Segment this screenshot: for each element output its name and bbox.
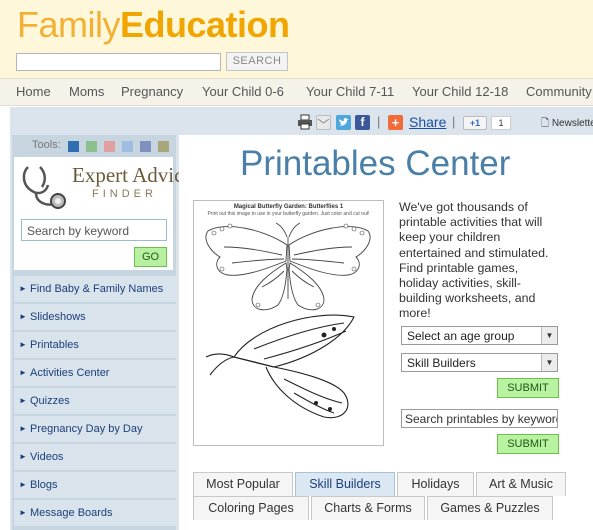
sidebar-item-label: Quizzes [30, 395, 70, 407]
sidebar-item-quizzes[interactable]: ► Quizzes [14, 388, 176, 415]
logo-family: Family [17, 4, 121, 45]
search-submit-button[interactable]: SUBMIT [497, 434, 559, 454]
sidebar-item-label: Printables [30, 339, 79, 351]
arrow-right-icon: ► [19, 340, 27, 349]
sidebar-item-label: Find Baby & Family Names [30, 283, 164, 295]
chevron-down-icon[interactable]: ▼ [541, 354, 557, 371]
printables-search-input[interactable]: Search printables by keyword [401, 409, 558, 428]
site-search-button[interactable]: SEARCH [226, 52, 288, 71]
share-plus-icon[interactable]: + [388, 115, 403, 130]
newsletter-icon: 🗋 [541, 118, 550, 129]
email-icon[interactable] [316, 115, 331, 130]
page: FamilyEducation SEARCH Home Moms Pregnan… [0, 0, 593, 530]
sidebar-item-baby-names[interactable]: ► Find Baby & Family Names [14, 276, 176, 303]
go-button[interactable]: GO [134, 247, 167, 267]
tab-skill-builders[interactable]: Skill Builders [295, 472, 395, 496]
nav-your-child-12-18[interactable]: Your Child 12-18 [412, 84, 508, 99]
color-swatch-pink[interactable] [104, 141, 115, 152]
arrow-right-icon: ► [19, 424, 27, 433]
logo-education: Education [120, 4, 290, 45]
sidebar-item-label: Slideshows [30, 311, 86, 323]
print-icon[interactable] [297, 114, 312, 130]
age-group-select[interactable]: Select an age group ▼ [401, 326, 558, 345]
tab-games-puzzles[interactable]: Games & Puzzles [427, 496, 553, 520]
tab-charts-forms[interactable]: Charts & Forms [311, 496, 425, 520]
sidebar-item-message-boards[interactable]: ► Message Boards [14, 500, 176, 527]
preview-title: Magical Butterfly Garden: Butterflies 1 [233, 204, 344, 210]
site-header: FamilyEducation SEARCH [0, 0, 593, 78]
stethoscope-icon [22, 166, 66, 209]
printables-description: We've got thousands of printable activit… [399, 200, 549, 321]
sidebar-item-label: Activities Center [30, 367, 110, 379]
tab-art-music[interactable]: Art & Music [476, 472, 566, 496]
nav-community[interactable]: Community [526, 84, 592, 99]
nav-pregnancy[interactable]: Pregnancy [121, 84, 183, 99]
newsletter-label: Newslette [551, 118, 593, 129]
sidebar-item-pregnancy-day[interactable]: ► Pregnancy Day by Day [14, 416, 176, 443]
google-plus-one-button[interactable]: +1 [463, 116, 487, 130]
sharebar-separator-2: | [452, 114, 456, 129]
nav-your-child-7-11[interactable]: Your Child 7-11 [306, 84, 394, 99]
arrow-right-icon: ► [19, 368, 27, 377]
arrow-right-icon: ► [19, 452, 27, 461]
arrow-right-icon: ► [19, 480, 27, 489]
tools-label: Tools: [32, 139, 61, 151]
sidebar-item-label: Pregnancy Day by Day [30, 423, 143, 435]
sidebar-item-label: Blogs [30, 479, 58, 491]
color-swatch-olive[interactable] [158, 141, 169, 152]
category-select[interactable]: Skill Builders ▼ [401, 353, 558, 372]
arrow-right-icon: ► [19, 312, 27, 321]
chevron-down-icon[interactable]: ▼ [541, 327, 557, 344]
color-swatch-blue[interactable] [68, 141, 79, 152]
tools-bar: Tools: [12, 138, 176, 154]
arrow-right-icon: ► [19, 396, 27, 405]
nav-moms[interactable]: Moms [69, 84, 104, 99]
color-swatch-violet[interactable] [140, 141, 151, 152]
expert-advice-subtitle: FINDER [92, 188, 157, 200]
facebook-icon[interactable]: f [355, 115, 370, 130]
share-link[interactable]: Share [409, 114, 446, 130]
sidebar-item-label: Message Boards [30, 507, 113, 519]
sidebar-item-blogs[interactable]: ► Blogs [14, 472, 176, 499]
twitter-icon[interactable] [336, 115, 351, 130]
site-search-input[interactable] [16, 53, 221, 71]
sharebar-separator-1: | [377, 114, 381, 129]
plus-one-count: 1 [491, 116, 511, 130]
tab-holidays[interactable]: Holidays [397, 472, 474, 496]
color-swatch-lightblue[interactable] [122, 141, 133, 152]
nav-your-child-0-6[interactable]: Your Child 0-6 [202, 84, 284, 99]
sidebar-item-label: Videos [30, 451, 64, 463]
arrow-right-icon: ► [19, 284, 27, 293]
tab-most-popular[interactable]: Most Popular [193, 472, 293, 496]
main-nav: Home Moms Pregnancy Your Child 0-6 Your … [0, 78, 593, 106]
arrow-right-icon: ► [19, 508, 27, 517]
share-bar: f | + Share | +1 1 🗋 Newslette [291, 113, 593, 133]
sidebar-item-activities[interactable]: ► Activities Center [14, 360, 176, 387]
site-logo[interactable]: FamilyEducation [17, 4, 290, 46]
printable-preview[interactable]: Magical Butterfly Garden: Butterflies 1 … [193, 200, 384, 446]
expert-advice-finder: Expert Advice FINDER Search by keyword G… [14, 157, 193, 270]
nav-home[interactable]: Home [16, 84, 51, 99]
age-group-value: Select an age group [407, 329, 515, 343]
sidebar-item-videos[interactable]: ► Videos [14, 444, 176, 471]
browse-submit-button[interactable]: SUBMIT [497, 378, 559, 398]
keyword-search-input[interactable]: Search by keyword [21, 219, 167, 241]
page-title: Printables Center [240, 144, 511, 183]
newsletter-link[interactable]: 🗋 Newslette [541, 116, 593, 133]
expert-advice-title: Expert Advice [72, 163, 193, 187]
tab-coloring-pages[interactable]: Coloring Pages [193, 496, 309, 520]
color-swatch-green[interactable] [86, 141, 97, 152]
butterfly-illustration [205, 222, 371, 419]
sidebar-item-printables[interactable]: ► Printables [14, 332, 176, 359]
sidebar-item-slideshows[interactable]: ► Slideshows [14, 304, 176, 331]
category-value: Skill Builders [407, 356, 476, 370]
